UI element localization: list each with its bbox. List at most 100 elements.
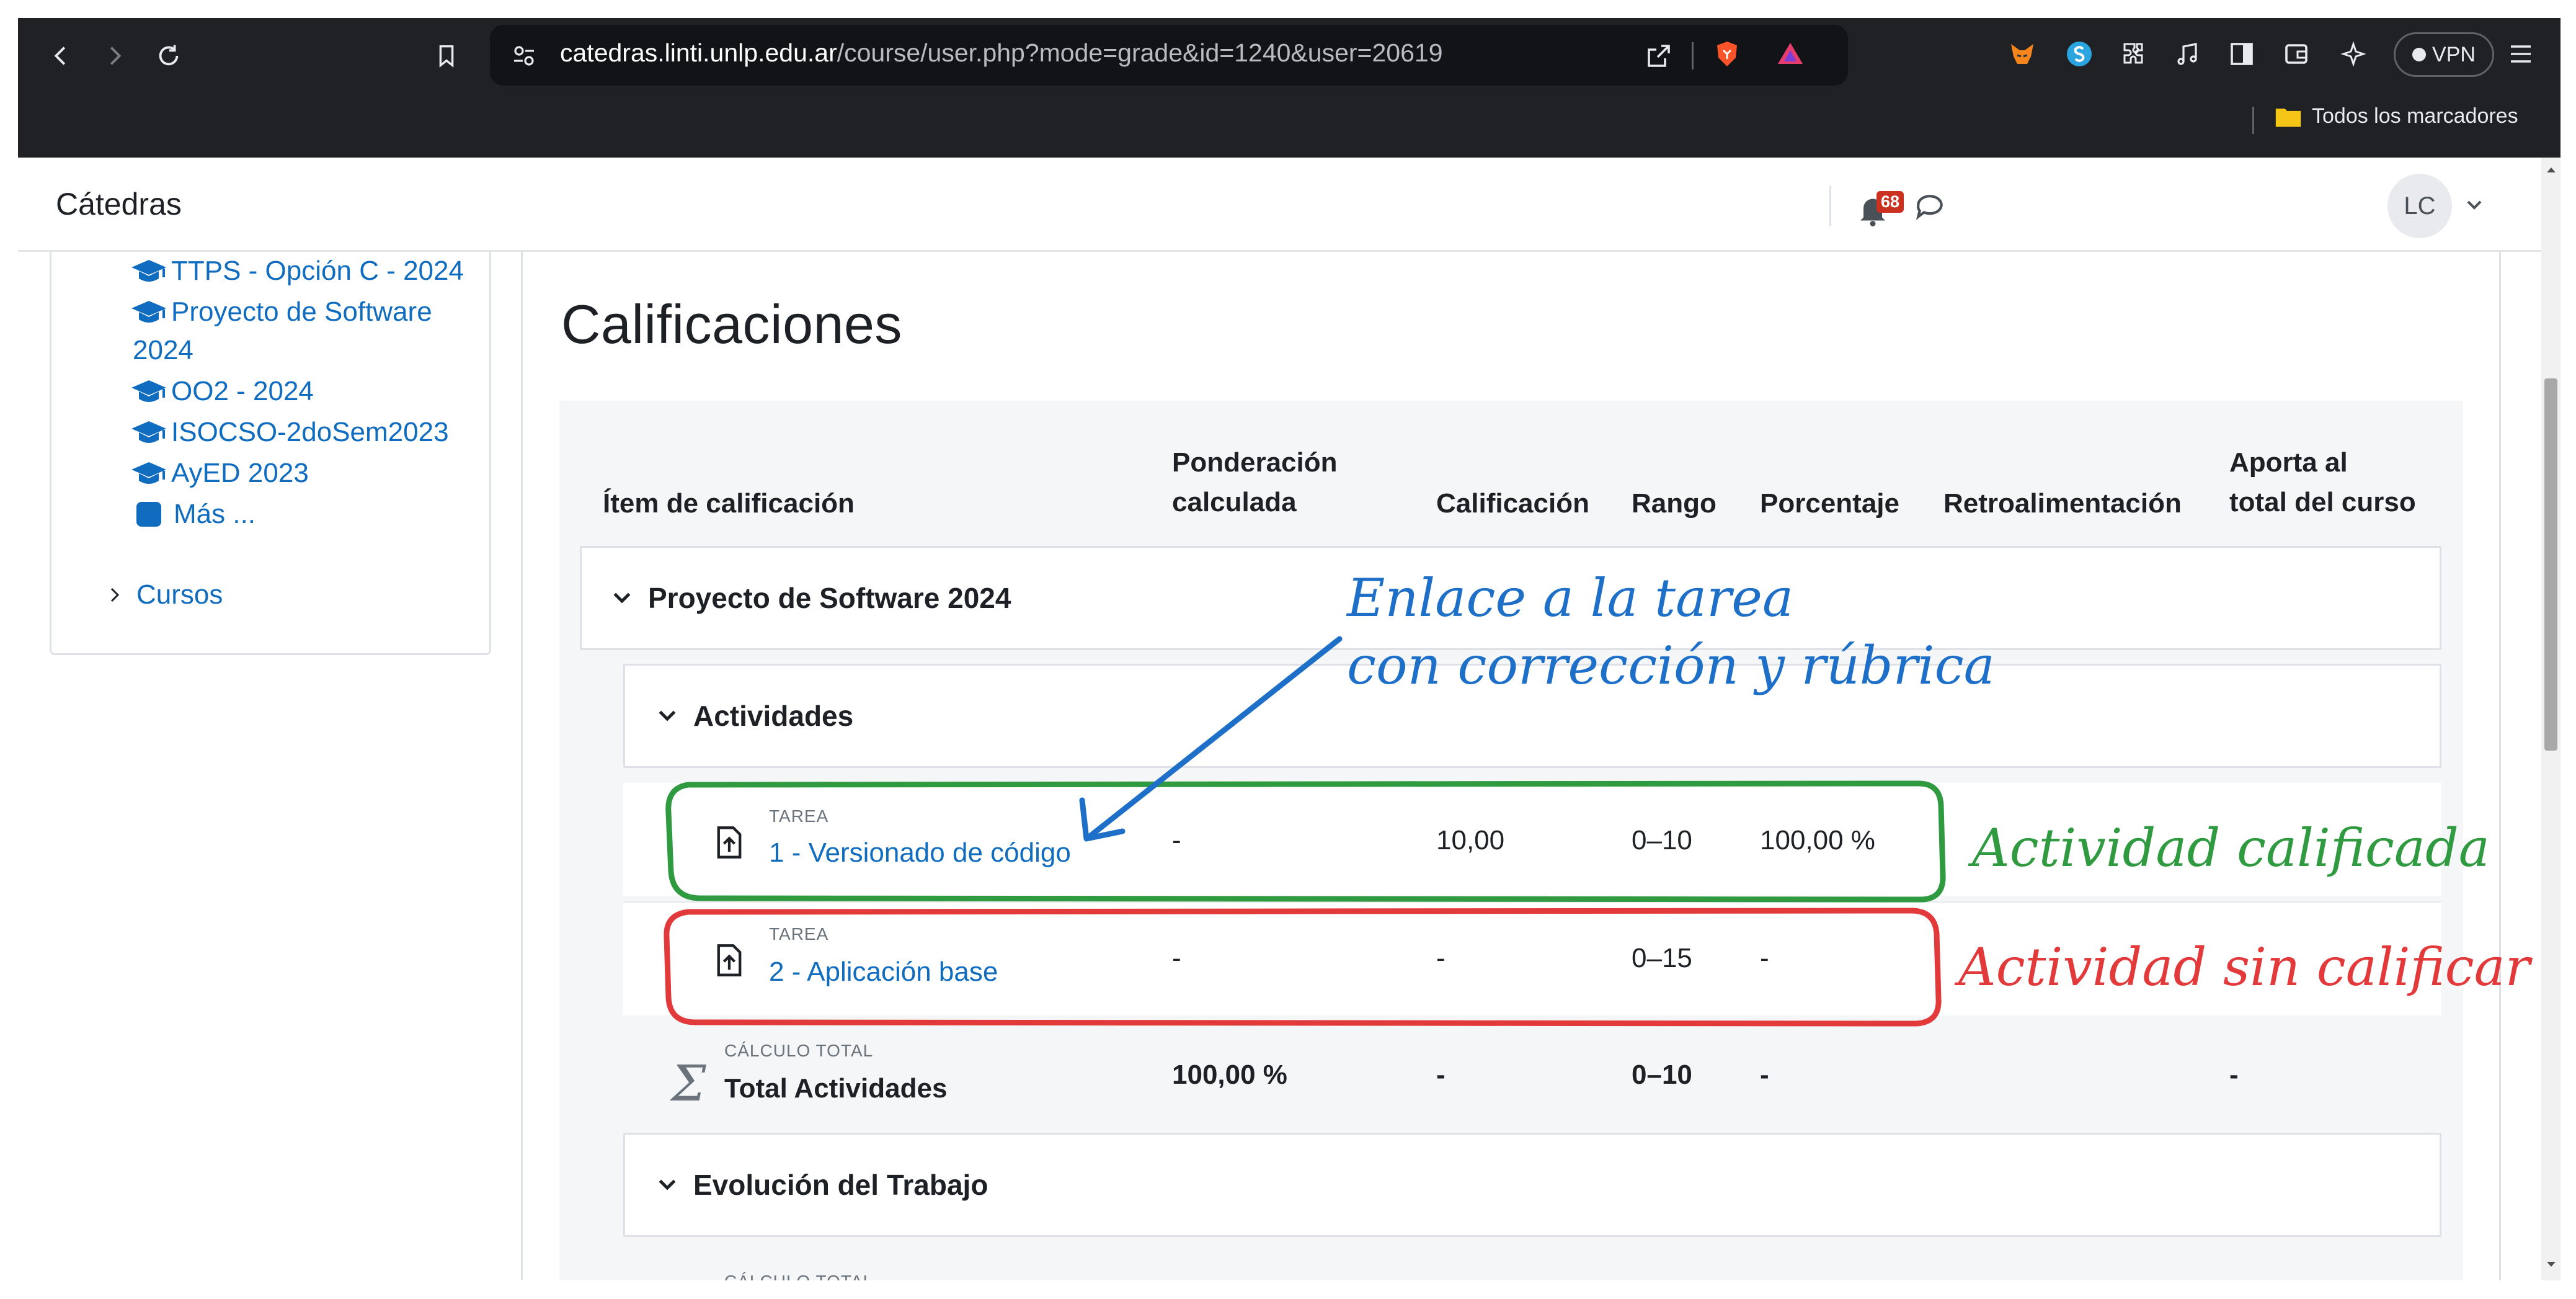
main-right-border <box>2499 252 2501 1280</box>
brave-rewards-button[interactable] <box>1769 32 1812 76</box>
category-name: Evolución del Trabajo <box>693 1169 988 1201</box>
leo-button[interactable] <box>2332 32 2375 76</box>
category-name: Proyecto de Software 2024 <box>648 582 1011 614</box>
cursos-node[interactable]: Cursos <box>105 579 223 610</box>
site-name-link[interactable]: Cátedras <box>56 186 182 222</box>
messages-button[interactable] <box>1912 189 1950 226</box>
site-info-button[interactable] <box>502 34 546 78</box>
cursos-label: Cursos <box>136 579 223 610</box>
more-label: Más ... <box>174 499 256 529</box>
reload-button[interactable] <box>144 31 193 81</box>
wallet-icon <box>2285 44 2307 64</box>
reload-icon <box>159 45 179 66</box>
item-range: 0–10 <box>1632 825 1692 855</box>
graduation-cap-icon <box>131 301 166 323</box>
total-contrib: - <box>2229 1060 2239 1090</box>
header-range: Rango <box>1632 488 1717 519</box>
chevron-down-icon[interactable] <box>610 586 634 610</box>
extension-s-button[interactable] <box>2058 32 2101 76</box>
brave-rewards-icon <box>1778 43 1803 64</box>
chevron-down-icon[interactable] <box>2462 192 2487 217</box>
item-grade: - <box>1436 943 1446 973</box>
sidebar-button[interactable] <box>2220 32 2263 76</box>
bookmark-button[interactable] <box>422 31 471 81</box>
chat-icon <box>1916 195 1943 220</box>
annotation-link-line1: Enlace a la tarea <box>1347 568 1794 628</box>
course-link-ttps[interactable]: TTPS - Opción C - 2024 <box>130 251 477 292</box>
share-icon <box>1648 45 1670 67</box>
browser-menu-button[interactable] <box>2499 32 2543 76</box>
item-grade: 10,00 <box>1436 825 1505 855</box>
course-label: TTPS - Opción C - 2024 <box>171 256 464 286</box>
wallet-button[interactable] <box>2275 32 2318 76</box>
menu-icon <box>2511 45 2531 63</box>
chevron-down-icon[interactable] <box>655 703 680 728</box>
all-bookmarks-button[interactable]: Todos los marcadores <box>2275 104 2518 128</box>
vpn-button[interactable]: VPN <box>2394 32 2494 77</box>
header-contrib-line1: Aporta al <box>2229 447 2348 478</box>
sigma-icon: Σ <box>671 1055 706 1112</box>
brave-shield-button[interactable] <box>1705 32 1749 76</box>
chevron-right-icon <box>110 587 120 602</box>
header-feedback: Retroalimentación <box>1943 488 2182 519</box>
course-link-ayed[interactable]: AyED 2023 <box>130 453 477 494</box>
url-host: catedras.linti.unlp.edu.ar <box>560 38 837 67</box>
bookmark-icon <box>439 45 454 68</box>
assignment-icon <box>717 826 742 859</box>
scrollbar-thumb[interactable] <box>2544 378 2557 751</box>
course-label: OO2 - 2024 <box>171 376 314 406</box>
extensions-button[interactable] <box>2112 32 2155 76</box>
sidebar-icon <box>2231 43 2253 65</box>
course-link-proyecto[interactable]: Proyecto de Software <box>130 292 477 333</box>
course-label-continued[interactable]: 2024 <box>133 330 477 371</box>
annotation-graded: Actividad calificada <box>1972 818 2490 878</box>
cut-off-total-type: CÁLCULO TOTAL <box>724 1272 873 1280</box>
header-grade: Calificación <box>1436 488 1589 519</box>
bookmarks-divider <box>2252 107 2254 134</box>
back-icon <box>54 47 66 65</box>
forward-icon <box>110 47 122 65</box>
course-link-oo2[interactable]: OO2 - 2024 <box>130 371 477 412</box>
category-name: Actividades <box>693 700 854 732</box>
header-item: Ítem de calificación <box>603 488 855 519</box>
header-contrib-line2: total del curso <box>2229 487 2416 517</box>
item-weight: - <box>1172 943 1181 973</box>
metamask-button[interactable] <box>2001 32 2044 76</box>
total-range: 0–10 <box>1632 1060 1692 1090</box>
page-title: Calificaciones <box>561 293 902 355</box>
vpn-status-dot <box>2412 48 2427 61</box>
item-type: TAREA <box>769 806 829 826</box>
course-label: ISOCSO-2doSem2023 <box>171 417 449 447</box>
scroll-up-icon[interactable] <box>2544 163 2559 177</box>
address-divider <box>1692 42 1694 69</box>
share-button[interactable] <box>1637 34 1681 78</box>
forward-button[interactable] <box>90 31 140 81</box>
user-avatar[interactable]: LC <box>2387 174 2452 238</box>
vpn-label: VPN <box>2432 42 2476 66</box>
back-button[interactable] <box>36 31 86 81</box>
media-button[interactable] <box>2165 32 2209 76</box>
header-percentage: Porcentaje <box>1760 488 1899 519</box>
site-navbar <box>18 158 2541 252</box>
url-text[interactable]: catedras.linti.unlp.edu.ar/course/user.p… <box>560 38 1443 68</box>
main-left-border <box>521 252 523 1280</box>
course-link-isocso[interactable]: ISOCSO-2doSem2023 <box>130 412 477 453</box>
extension-s-icon <box>2067 42 2092 66</box>
more-square-icon <box>136 502 161 527</box>
item-link-aplicacion[interactable]: 2 - Aplicación base <box>769 957 998 988</box>
scroll-down-icon[interactable] <box>2544 1257 2559 1272</box>
music-icon <box>2177 43 2197 65</box>
item-percentage: 100,00 % <box>1760 825 1875 855</box>
folder-icon <box>2275 108 2301 127</box>
category-row-evolution[interactable]: Evolución del Trabajo <box>623 1133 2441 1237</box>
header-weight-line1: Ponderación <box>1172 447 1338 478</box>
graduation-cap-icon <box>131 462 166 484</box>
item-link-versionado[interactable]: 1 - Versionado de código <box>769 837 1071 868</box>
total-weight: 100,00 % <box>1172 1060 1287 1090</box>
chevron-down-icon[interactable] <box>655 1172 680 1197</box>
more-courses-link[interactable]: Más ... <box>130 494 477 535</box>
navbar-divider <box>1829 186 1831 226</box>
my-courses-list: TTPS - Opción C - 2024 Proyecto de Softw… <box>130 251 477 535</box>
total-name: Total Actividades <box>724 1073 948 1104</box>
notification-count-badge: 68 <box>1876 191 1904 213</box>
